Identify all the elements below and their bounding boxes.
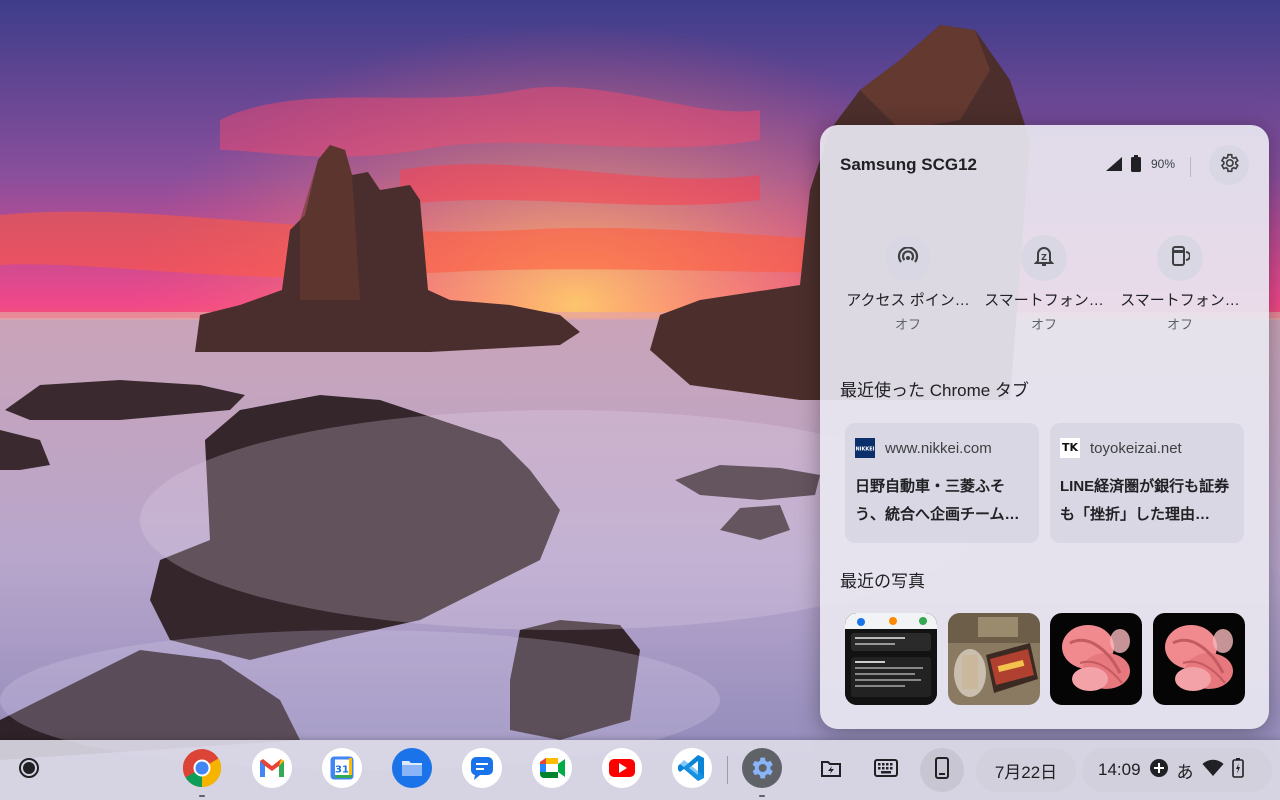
date-label: 7月22日 — [994, 762, 1058, 782]
tab-site-url: www.nikkei.com — [885, 439, 992, 457]
feature-silence-phone-button[interactable]: Z — [1021, 235, 1067, 281]
recent-tab-card[interactable]: NIKKEI www.nikkei.com 日野自動車・三菱ふそう、統合へ企画チ… — [845, 423, 1039, 543]
vscode-icon — [672, 747, 712, 793]
feature-state: オフ — [894, 317, 921, 332]
signal-icon — [1105, 156, 1123, 172]
svg-text:Z: Z — [1041, 253, 1047, 262]
launcher-icon — [18, 757, 40, 784]
gmail-icon — [252, 747, 292, 793]
tab-site-url: toyokeizai.net — [1090, 439, 1182, 457]
nikkei-favicon-icon: NIKKEI — [855, 438, 875, 458]
feature-label: スマートフォン… — [984, 292, 1104, 309]
svg-text:NIKKEI: NIKKEI — [855, 447, 874, 453]
app-youtube[interactable] — [600, 747, 644, 793]
recent-tab-card[interactable]: TK toyokeizai.net LINE経済圏が銀行も証券も「挫折」した理由… — [1050, 423, 1244, 543]
feature-state: オフ — [1030, 317, 1057, 332]
flower-photo-icon — [1153, 613, 1245, 705]
keyboard-icon — [874, 758, 898, 782]
phone-status: 90% — [1105, 155, 1175, 172]
running-indicator — [759, 795, 765, 797]
recent-photo[interactable] — [948, 613, 1040, 705]
phone-icon — [935, 756, 949, 784]
ime-indicator: あ — [1176, 762, 1194, 782]
phone-hub-header: Samsung SCG12 90% — [840, 145, 1249, 185]
app-gmail[interactable] — [250, 747, 294, 793]
app-calendar[interactable]: 31 — [320, 747, 364, 793]
tab-site: NIKKEI www.nikkei.com — [855, 437, 1029, 459]
launcher-button[interactable] — [9, 750, 49, 790]
gear-icon — [742, 747, 782, 793]
recent-tabs-title: 最近使った Chrome タブ — [840, 381, 1029, 400]
shelf: 31 7月22日 14:09 あ — [0, 740, 1280, 800]
tab-title: 日野自動車・三菱ふそう、統合へ企画チーム… — [855, 478, 1020, 523]
battery-icon — [1231, 757, 1244, 783]
phone-hub-button[interactable] — [920, 748, 964, 792]
recent-photos-title: 最近の写真 — [840, 572, 925, 591]
tab-site: TK toyokeizai.net — [1060, 437, 1234, 459]
chrome-icon — [182, 748, 222, 793]
app-meet[interactable] — [530, 747, 574, 793]
feature-locate-phone[interactable]: スマートフォン… オフ — [1112, 235, 1248, 333]
clock-label: 14:09 — [1098, 760, 1141, 779]
feature-hotspot-button[interactable] — [885, 235, 931, 281]
calendar-icon: 31 — [322, 747, 362, 793]
hotspot-icon — [897, 245, 919, 270]
add-circle-icon — [1149, 758, 1169, 783]
battery-percentage: 90% — [1150, 156, 1175, 171]
feature-hotspot[interactable]: アクセス ポイン… オフ — [840, 235, 976, 333]
feature-silence-phone[interactable]: Z スマートフォン… オフ — [976, 235, 1112, 333]
folder-icon — [392, 747, 432, 793]
gear-icon — [1218, 152, 1240, 179]
flower-photo-icon — [1050, 613, 1142, 705]
holding-space-icon — [820, 758, 842, 783]
messages-icon — [462, 747, 502, 793]
phone-settings-button[interactable] — [1209, 145, 1249, 185]
recent-photo[interactable] — [1050, 613, 1142, 705]
phone-features: アクセス ポイン… オフ Z スマートフォン… オフ スマートフォン… オフ — [840, 235, 1249, 332]
date-tray-button[interactable]: 7月22日 — [976, 748, 1076, 792]
screenshot-thumbnail-icon — [845, 613, 937, 705]
svg-text:31: 31 — [335, 764, 349, 775]
svg-text:TK: TK — [1062, 441, 1079, 454]
app-files[interactable] — [390, 747, 434, 793]
app-settings[interactable] — [740, 747, 784, 797]
phone-hub-panel: Samsung SCG12 90% アクセス ポイン… オフ Z スマートフォン… — [820, 125, 1269, 729]
app-messages[interactable] — [460, 747, 504, 793]
recent-photo[interactable] — [1153, 613, 1245, 705]
feature-state: オフ — [1166, 317, 1193, 332]
battery-icon — [1130, 155, 1141, 172]
toyokeizai-favicon-icon: TK — [1060, 438, 1080, 458]
recent-photo[interactable] — [845, 613, 937, 705]
feature-label: アクセス ポイン… — [846, 292, 970, 309]
shelf-separator — [727, 756, 728, 784]
holding-space-button[interactable] — [809, 748, 853, 792]
header-divider — [1190, 157, 1191, 177]
tab-title: LINE経済圏が銀行も証券も「挫折」した理由… — [1060, 478, 1230, 523]
silence-phone-icon: Z — [1033, 245, 1055, 272]
youtube-icon — [602, 747, 642, 793]
feature-locate-phone-button[interactable] — [1157, 235, 1203, 281]
status-area-button[interactable]: 14:09 あ — [1082, 748, 1272, 792]
running-indicator — [199, 795, 205, 797]
feature-label: スマートフォン… — [1120, 292, 1240, 309]
wifi-icon — [1202, 759, 1224, 782]
locate-phone-icon — [1170, 245, 1191, 272]
cafe-table-photo-icon — [948, 613, 1040, 705]
app-chrome[interactable] — [180, 748, 224, 797]
virtual-keyboard-button[interactable] — [864, 748, 908, 792]
device-name: Samsung SCG12 — [840, 155, 977, 174]
app-vscode[interactable] — [670, 747, 714, 793]
meet-icon — [532, 747, 572, 793]
